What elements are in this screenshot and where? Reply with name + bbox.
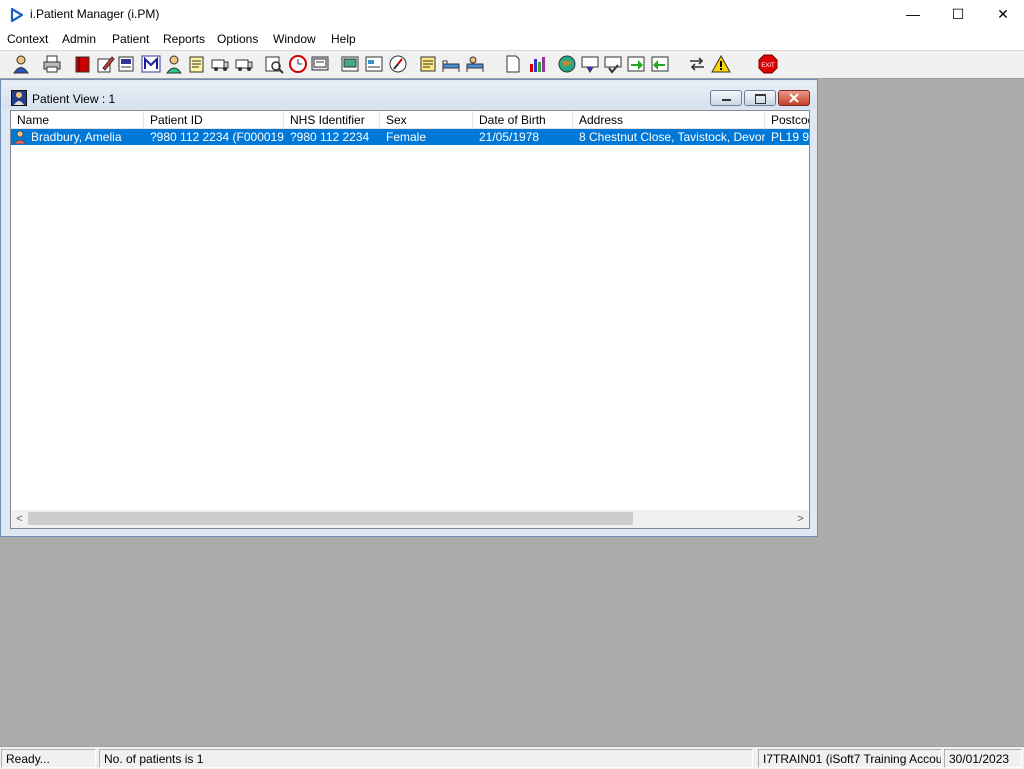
form-icon[interactable] (364, 54, 384, 74)
toolbar: EXIT (0, 50, 1024, 79)
column-header-nhs-identifier[interactable]: NHS Identifier (284, 111, 380, 128)
person-icon[interactable] (11, 54, 31, 74)
transfer-icon[interactable] (687, 54, 707, 74)
menu-bar: Context Admin Patient Reports Options Wi… (0, 30, 1024, 50)
child-minimize-button[interactable] (710, 90, 742, 106)
patient-icon (11, 90, 27, 106)
close-button[interactable]: ✕ (980, 0, 1024, 30)
clock-icon[interactable] (288, 54, 308, 74)
menu-context[interactable]: Context (7, 32, 48, 46)
scrollbar-thumb[interactable] (28, 512, 633, 525)
warning-icon[interactable] (711, 54, 731, 74)
menu-help[interactable]: Help (331, 32, 356, 46)
m-icon[interactable] (141, 54, 161, 74)
menu-window[interactable]: Window (273, 32, 316, 46)
ambulance2-icon[interactable] (234, 54, 254, 74)
column-header-postcode[interactable]: Postcod (765, 111, 809, 128)
cell-address: 8 Chestnut Close, Tavistock, Devon... (579, 130, 765, 144)
find-icon[interactable] (264, 54, 284, 74)
cell-date-of-birth: 21/05/1978 (479, 130, 540, 144)
search-doc-icon[interactable] (117, 54, 137, 74)
horizontal-scrollbar[interactable]: < > (11, 510, 809, 528)
referral-check-icon[interactable] (603, 54, 623, 74)
exit-label: EXIT (761, 63, 775, 69)
doctor-icon[interactable] (164, 54, 184, 74)
cell-sex: Female (386, 130, 427, 144)
print-icon[interactable] (42, 54, 62, 74)
notes-icon[interactable] (187, 54, 207, 74)
bed-icon[interactable] (441, 54, 461, 74)
list-header: Name Patient ID NHS Identifier Sex Date … (11, 111, 809, 129)
status-account: I7TRAIN01 (iSoft7 Training Account) (758, 749, 942, 768)
chart-icon[interactable] (527, 54, 547, 74)
monitor-icon[interactable] (310, 54, 330, 74)
minimize-button[interactable]: — (890, 0, 936, 30)
cell-patient-id: ?980 112 2234 (F000019) (150, 130, 284, 144)
edit-icon[interactable] (95, 54, 115, 74)
status-patient-count: No. of patients is 1 (99, 749, 753, 768)
cell-nhs-identifier: ?980 112 2234 (290, 130, 370, 144)
status-ready: Ready... (1, 749, 96, 768)
patient-view-title: Patient View : 1 (32, 92, 116, 106)
column-header-name[interactable]: Name (11, 111, 144, 128)
menu-options[interactable]: Options (217, 32, 258, 46)
globe-icon[interactable] (557, 54, 577, 74)
exit-icon[interactable]: EXIT (758, 54, 778, 74)
menu-patient[interactable]: Patient (112, 32, 149, 46)
scroll-right-arrow[interactable]: > (792, 510, 809, 528)
patient-list[interactable]: Name Patient ID NHS Identifier Sex Date … (10, 110, 810, 529)
compass-icon[interactable] (388, 54, 408, 74)
cell-name: Bradbury, Amelia (31, 130, 122, 144)
refer-out-icon[interactable] (626, 54, 646, 74)
child-close-button[interactable] (778, 90, 810, 106)
column-header-date-of-birth[interactable]: Date of Birth (473, 111, 573, 128)
cell-postcode: PL19 9J (771, 130, 810, 144)
note-icon[interactable] (418, 54, 438, 74)
referral-icon[interactable] (580, 54, 600, 74)
refer-in-icon[interactable] (650, 54, 670, 74)
menu-reports[interactable]: Reports (163, 32, 205, 46)
menu-admin[interactable]: Admin (62, 32, 96, 46)
column-header-patient-id[interactable]: Patient ID (144, 111, 284, 128)
column-header-sex[interactable]: Sex (380, 111, 473, 128)
patient-view-titlebar[interactable]: Patient View : 1 (2, 81, 816, 109)
app-titlebar: i.Patient Manager (i.PM) — ☐ ✕ (0, 0, 1024, 30)
ambulance-icon[interactable] (210, 54, 230, 74)
patient-bed-icon[interactable] (465, 54, 485, 74)
maximize-button[interactable]: ☐ (935, 0, 981, 30)
column-header-address[interactable]: Address (573, 111, 765, 128)
image-icon[interactable] (340, 54, 360, 74)
patient-view-window: Patient View : 1 Name Patient ID NHS Ide… (0, 79, 818, 537)
status-date: 30/01/2023 (944, 749, 1022, 768)
app-logo-icon (10, 7, 24, 23)
app-title: i.Patient Manager (i.PM) (30, 7, 160, 21)
child-restore-button[interactable] (744, 90, 776, 106)
status-bar: Ready... No. of patients is 1 I7TRAIN01 … (0, 746, 1024, 769)
document-icon[interactable] (503, 54, 523, 74)
table-row[interactable]: Bradbury, Amelia ?980 112 2234 (F000019)… (11, 129, 810, 145)
book-icon[interactable] (73, 54, 93, 74)
scroll-left-arrow[interactable]: < (11, 510, 28, 528)
